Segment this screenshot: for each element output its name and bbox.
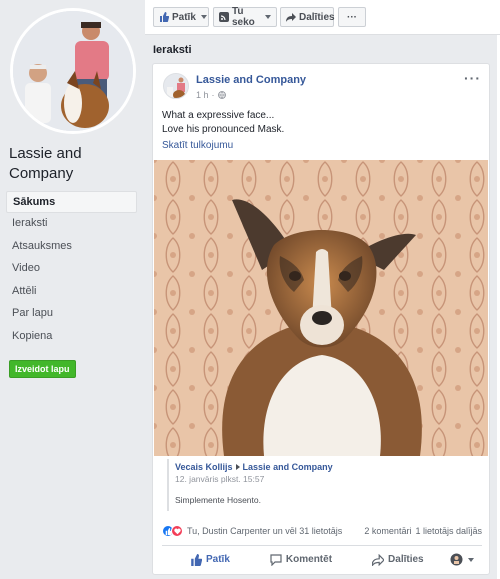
page-profile-picture[interactable] (10, 8, 136, 134)
shared-text: Simplemente Hosento. (175, 495, 261, 505)
following-button[interactable]: Tu seko (213, 6, 277, 28)
reactions-bar: Tu, Dustin Carpenter un vēl 31 lietotājs… (162, 522, 482, 540)
author-avatar-image (164, 74, 188, 98)
post-text: What a expressive face... Love his prono… (162, 109, 284, 137)
arrow-right-icon (235, 464, 240, 470)
nav-item-community[interactable]: Kopiena (6, 326, 137, 349)
avatar (13, 11, 133, 131)
share-page-button[interactable]: Dalīties (280, 7, 335, 27)
post-card: Lassie and Company 1 h · ··· What a expr… (152, 63, 490, 575)
nav-item-videos[interactable]: Video (6, 258, 137, 281)
share-arrow-icon (372, 553, 385, 566)
chevron-down-icon (200, 15, 207, 19)
post-timestamp[interactable]: 1 h (196, 90, 209, 100)
comment-label: Komentēt (285, 554, 333, 565)
page-avatar-icon (450, 553, 463, 566)
share-arrow-icon (286, 13, 296, 22)
page-nav: Sākums Ieraksti Atsauksmes Video Attēli … (6, 191, 137, 349)
following-label: Tu seko (232, 6, 255, 28)
shared-source: Vecais Kollijs Lassie and Company (175, 462, 477, 472)
post-meta: 1 h · (196, 90, 226, 100)
shares-count[interactable]: 1 lietotājs dalījās (415, 526, 482, 536)
shared-to-link[interactable]: Lassie and Company (243, 462, 333, 472)
post-actions: Patīk Komentēt Dalīties (162, 545, 482, 573)
shared-from-block: Vecais Kollijs Lassie and Company 12. ja… (167, 459, 477, 511)
nav-item-posts[interactable]: Ieraksti (6, 213, 137, 236)
comments-count[interactable]: 2 komentāri (364, 526, 411, 536)
page-name[interactable]: Lassie and Company (9, 144, 139, 184)
nav-item-photos[interactable]: Attēli (6, 281, 137, 304)
page-action-bar: Patīk Tu seko Dalīties ··· (145, 0, 500, 35)
collie-photo (154, 160, 488, 456)
post-text-line: What a expressive face... (162, 110, 275, 121)
like-page-label: Patīk (172, 11, 196, 23)
share-button[interactable]: Dalīties (372, 553, 424, 566)
post-photo[interactable] (154, 160, 488, 456)
heart-icon (173, 528, 181, 534)
share-page-label: Dalīties (299, 11, 335, 23)
shared-timestamp[interactable]: 12. janvāris plkst. 15:57 (175, 474, 477, 484)
select-identity-button[interactable] (450, 553, 474, 566)
like-button[interactable]: Patīk (190, 553, 230, 566)
chevron-down-icon (265, 15, 271, 19)
engagement-counts: 2 komentāri 1 lietotājs dalījās (364, 526, 482, 536)
post-text-line: Love his pronounced Mask. (162, 124, 285, 135)
chevron-down-icon (468, 557, 474, 562)
like-label: Patīk (206, 554, 230, 565)
rss-feed-icon (219, 12, 229, 22)
like-page-button[interactable]: Patīk (153, 7, 209, 27)
nav-item-reviews[interactable]: Atsauksmes (6, 236, 137, 259)
more-options-button[interactable]: ··· (338, 7, 366, 27)
left-sidebar: Lassie and Company Sākums Ieraksti Atsau… (0, 0, 145, 579)
comment-bubble-icon (270, 553, 282, 566)
see-translation-link[interactable]: Skatīt tulkojumu (162, 140, 233, 151)
reactions-summary[interactable]: Tu, Dustin Carpenter un vēl 31 lietotājs (187, 526, 342, 536)
more-dots-icon: ··· (347, 11, 357, 23)
nav-item-home[interactable]: Sākums (6, 191, 137, 213)
post-author-avatar[interactable] (163, 73, 189, 99)
meta-separator: · (211, 90, 215, 100)
post-author-name[interactable]: Lassie and Company (196, 74, 306, 86)
love-reaction-icon[interactable] (171, 525, 183, 537)
nav-item-about[interactable]: Par lapu (6, 303, 137, 326)
thumbs-up-icon (191, 553, 202, 566)
create-page-button[interactable]: Izveidot lapu (9, 360, 76, 378)
profile-photo (13, 11, 133, 131)
thumbs-up-icon (160, 12, 169, 22)
globe-icon[interactable] (217, 91, 226, 99)
shared-from-link[interactable]: Vecais Kollijs (175, 462, 233, 472)
posts-section-title: Ieraksti (153, 44, 192, 56)
share-label: Dalīties (388, 554, 424, 565)
post-options-icon[interactable]: ··· (464, 70, 481, 86)
comment-button[interactable]: Komentēt (270, 553, 333, 566)
